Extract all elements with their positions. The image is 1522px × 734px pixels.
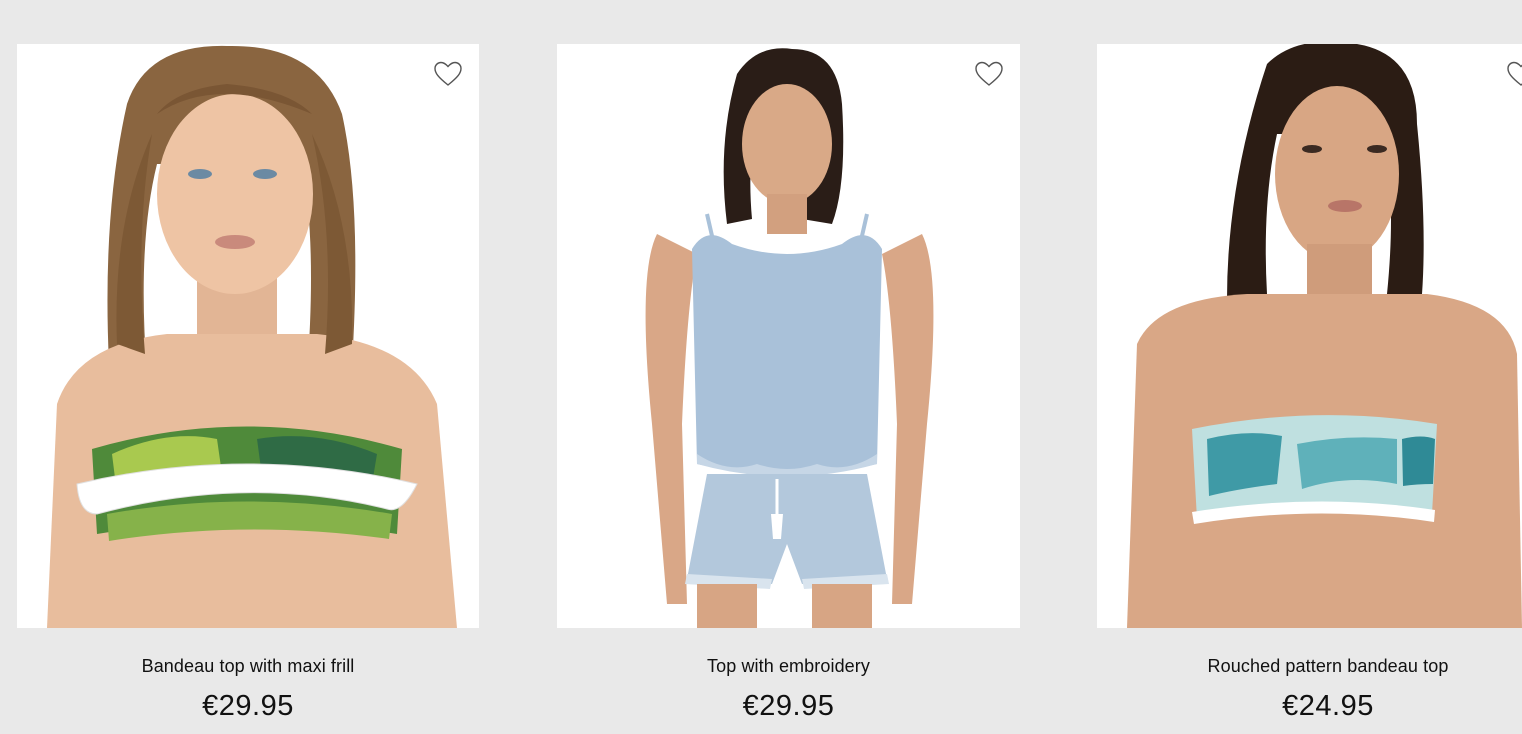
product-grid: Bandeau top with maxi frill €29.95 Top w… <box>0 0 1522 734</box>
wishlist-heart-icon[interactable] <box>1506 60 1522 88</box>
product-name[interactable]: Bandeau top with maxi frill <box>17 656 479 677</box>
product-card[interactable]: Bandeau top with maxi frill €29.95 <box>17 44 479 722</box>
product-price: €29.95 <box>742 690 835 722</box>
product-card[interactable]: Top with embroidery €29.95 <box>557 44 1020 722</box>
product-image[interactable] <box>557 44 1020 628</box>
product-name[interactable]: Rouched pattern bandeau top <box>1097 656 1522 677</box>
product-card[interactable]: Rouched pattern bandeau top €24.95 <box>1097 44 1522 722</box>
product-photo <box>47 45 457 628</box>
product-image[interactable] <box>1097 44 1522 628</box>
product-photo <box>1127 44 1522 628</box>
wishlist-heart-icon[interactable] <box>974 60 1004 88</box>
wishlist-heart-icon[interactable] <box>433 60 463 88</box>
product-price: €24.95 <box>1282 690 1374 722</box>
product-price: €29.95 <box>202 690 294 722</box>
product-photo <box>645 48 934 628</box>
product-name[interactable]: Top with embroidery <box>557 656 1020 677</box>
product-image[interactable] <box>17 44 479 628</box>
